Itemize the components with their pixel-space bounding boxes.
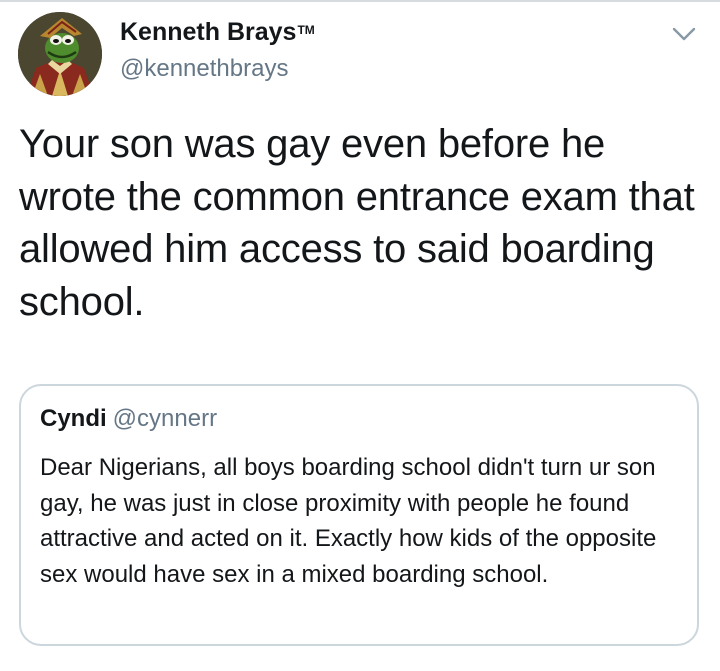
author-handle[interactable]: @kennethbrays bbox=[120, 54, 315, 84]
quoted-tweet-author: Cyndi @cynnerr bbox=[40, 404, 217, 434]
avatar[interactable] bbox=[18, 12, 102, 96]
kermit-avatar-icon bbox=[18, 12, 102, 96]
quoted-tweet-text: Dear Nigerians, all boys boarding school… bbox=[40, 454, 657, 588]
quoted-tweet-card[interactable]: Cyndi @cynnerr Dear Nigerians, all boys b… bbox=[19, 384, 699, 646]
trademark-mark: TM bbox=[297, 23, 315, 37]
quoted-author-handle: @cynnerr bbox=[112, 405, 218, 432]
tweet-text: Your son was gay even before he wrote th… bbox=[19, 122, 695, 324]
chevron-down-icon bbox=[672, 27, 696, 41]
quoted-author-display-name: Cyndi bbox=[40, 405, 107, 432]
display-name-text: Kenneth Brays bbox=[120, 18, 297, 46]
top-divider bbox=[0, 0, 720, 2]
tweet-menu-button[interactable] bbox=[670, 20, 698, 48]
author-display-name[interactable]: Kenneth BraysTM bbox=[120, 16, 315, 48]
tweet-author[interactable]: Kenneth BraysTM @kennethbrays bbox=[120, 16, 315, 84]
